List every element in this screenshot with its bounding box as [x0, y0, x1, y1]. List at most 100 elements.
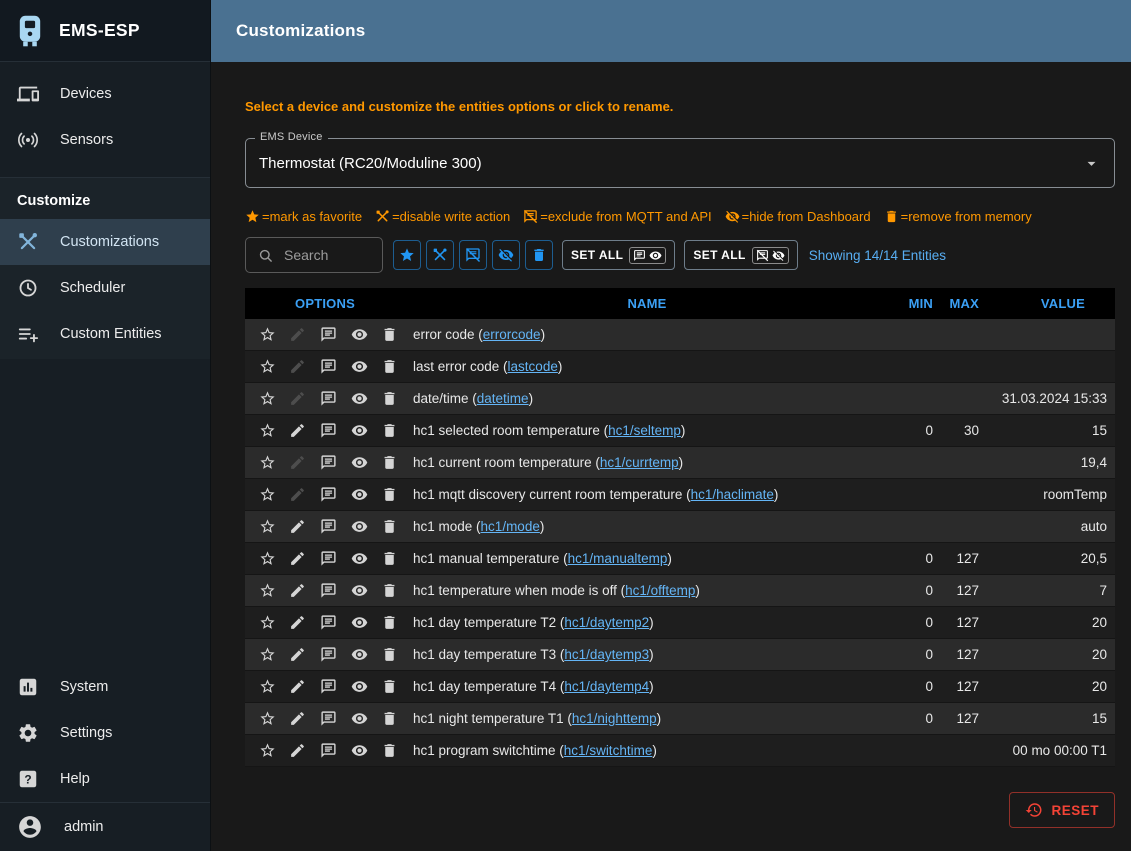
- remove-toggle[interactable]: [374, 735, 405, 766]
- remove-toggle[interactable]: [374, 543, 405, 574]
- visibility-toggle[interactable]: [344, 639, 375, 670]
- favorite-toggle[interactable]: [252, 639, 283, 670]
- remove-toggle[interactable]: [374, 671, 405, 702]
- remove-toggle[interactable]: [374, 447, 405, 478]
- favorite-toggle[interactable]: [252, 671, 283, 702]
- sidebar-item-system[interactable]: System: [0, 664, 210, 710]
- exclude-mqtt-filter-button[interactable]: [459, 240, 487, 270]
- entity-link[interactable]: hc1/offtemp: [625, 583, 695, 598]
- disable-write-toggle[interactable]: [283, 735, 314, 766]
- sidebar-item-sensors[interactable]: Sensors: [0, 117, 210, 163]
- favorite-toggle[interactable]: [252, 511, 283, 542]
- sidebar-item-scheduler[interactable]: Scheduler: [0, 265, 210, 311]
- exclude-mqtt-toggle[interactable]: [313, 735, 344, 766]
- remove-toggle[interactable]: [374, 415, 405, 446]
- visibility-toggle[interactable]: [344, 703, 375, 734]
- remove-toggle[interactable]: [374, 383, 405, 414]
- favorite-toggle[interactable]: [252, 415, 283, 446]
- disable-write-toggle[interactable]: [283, 479, 314, 510]
- entity-link[interactable]: hc1/daytemp3: [564, 647, 649, 662]
- visibility-toggle[interactable]: [344, 479, 375, 510]
- remove-toggle[interactable]: [374, 351, 405, 382]
- visibility-toggle[interactable]: [344, 511, 375, 542]
- entity-name[interactable]: hc1 program switchtime (hc1/switchtime): [405, 743, 889, 758]
- favorite-toggle[interactable]: [252, 351, 283, 382]
- sidebar-item-help[interactable]: ?Help: [0, 756, 210, 802]
- entity-name[interactable]: hc1 manual temperature (hc1/manualtemp): [405, 551, 889, 566]
- disable-write-toggle[interactable]: [283, 575, 314, 606]
- disable-write-toggle[interactable]: [283, 383, 314, 414]
- entity-name[interactable]: hc1 day temperature T3 (hc1/daytemp3): [405, 647, 889, 662]
- disable-write-toggle[interactable]: [283, 319, 314, 350]
- exclude-mqtt-toggle[interactable]: [313, 383, 344, 414]
- entity-name[interactable]: last error code (lastcode): [405, 359, 889, 374]
- exclude-mqtt-toggle[interactable]: [313, 511, 344, 542]
- reset-button[interactable]: RESET: [1009, 792, 1115, 828]
- remove-toggle[interactable]: [374, 639, 405, 670]
- disable-write-toggle[interactable]: [283, 351, 314, 382]
- disable-write-toggle[interactable]: [283, 511, 314, 542]
- set-all-show-button[interactable]: SET ALL: [562, 240, 675, 270]
- exclude-mqtt-toggle[interactable]: [313, 671, 344, 702]
- disable-write-toggle[interactable]: [283, 671, 314, 702]
- entity-link[interactable]: hc1/switchtime: [564, 743, 653, 758]
- exclude-mqtt-toggle[interactable]: [313, 319, 344, 350]
- exclude-mqtt-toggle[interactable]: [313, 415, 344, 446]
- entity-name[interactable]: error code (errorcode): [405, 327, 889, 342]
- favorite-toggle[interactable]: [252, 543, 283, 574]
- remove-filter-button[interactable]: [525, 240, 553, 270]
- entity-link[interactable]: hc1/daytemp2: [564, 615, 649, 630]
- entity-link[interactable]: lastcode: [508, 359, 558, 374]
- entity-link[interactable]: hc1/seltemp: [608, 423, 681, 438]
- exclude-mqtt-toggle[interactable]: [313, 703, 344, 734]
- sidebar-item-admin[interactable]: admin: [0, 803, 210, 851]
- favorite-filter-button[interactable]: [393, 240, 421, 270]
- entity-name[interactable]: hc1 day temperature T2 (hc1/daytemp2): [405, 615, 889, 630]
- entity-name[interactable]: hc1 night temperature T1 (hc1/nighttemp): [405, 711, 889, 726]
- exclude-mqtt-toggle[interactable]: [313, 479, 344, 510]
- set-all-hide-button[interactable]: SET ALL: [684, 240, 797, 270]
- exclude-mqtt-toggle[interactable]: [313, 447, 344, 478]
- remove-toggle[interactable]: [374, 607, 405, 638]
- hide-filter-button[interactable]: [492, 240, 520, 270]
- exclude-mqtt-toggle[interactable]: [313, 607, 344, 638]
- entity-link[interactable]: datetime: [477, 391, 529, 406]
- visibility-toggle[interactable]: [344, 575, 375, 606]
- entity-name[interactable]: hc1 day temperature T4 (hc1/daytemp4): [405, 679, 889, 694]
- remove-toggle[interactable]: [374, 575, 405, 606]
- visibility-toggle[interactable]: [344, 447, 375, 478]
- favorite-toggle[interactable]: [252, 607, 283, 638]
- favorite-toggle[interactable]: [252, 383, 283, 414]
- visibility-toggle[interactable]: [344, 671, 375, 702]
- entity-link[interactable]: hc1/mode: [481, 519, 540, 534]
- disable-write-toggle[interactable]: [283, 607, 314, 638]
- entity-link[interactable]: hc1/daytemp4: [564, 679, 649, 694]
- entity-link[interactable]: hc1/manualtemp: [568, 551, 668, 566]
- search-input[interactable]: [282, 246, 371, 264]
- entity-name[interactable]: date/time (datetime): [405, 391, 889, 406]
- disable-write-toggle[interactable]: [283, 543, 314, 574]
- disable-write-toggle[interactable]: [283, 639, 314, 670]
- entity-link[interactable]: hc1/haclimate: [691, 487, 774, 502]
- sidebar-item-devices[interactable]: Devices: [0, 71, 210, 117]
- visibility-toggle[interactable]: [344, 735, 375, 766]
- entity-name[interactable]: hc1 current room temperature (hc1/currte…: [405, 455, 889, 470]
- visibility-toggle[interactable]: [344, 319, 375, 350]
- sidebar-item-custom-entities[interactable]: Custom Entities: [0, 311, 210, 357]
- sidebar-item-customizations[interactable]: Customizations: [0, 219, 210, 265]
- entity-name[interactable]: hc1 mqtt discovery current room temperat…: [405, 487, 889, 502]
- disable-write-toggle[interactable]: [283, 447, 314, 478]
- disable-write-toggle[interactable]: [283, 703, 314, 734]
- favorite-toggle[interactable]: [252, 319, 283, 350]
- disable-write-toggle[interactable]: [283, 415, 314, 446]
- visibility-toggle[interactable]: [344, 415, 375, 446]
- remove-toggle[interactable]: [374, 479, 405, 510]
- disable-write-filter-button[interactable]: [426, 240, 454, 270]
- visibility-toggle[interactable]: [344, 383, 375, 414]
- favorite-toggle[interactable]: [252, 703, 283, 734]
- entity-name[interactable]: hc1 temperature when mode is off (hc1/of…: [405, 583, 889, 598]
- entity-link[interactable]: hc1/nighttemp: [572, 711, 657, 726]
- sidebar-item-settings[interactable]: Settings: [0, 710, 210, 756]
- search-box[interactable]: [245, 237, 383, 273]
- entity-link[interactable]: hc1/currtemp: [600, 455, 679, 470]
